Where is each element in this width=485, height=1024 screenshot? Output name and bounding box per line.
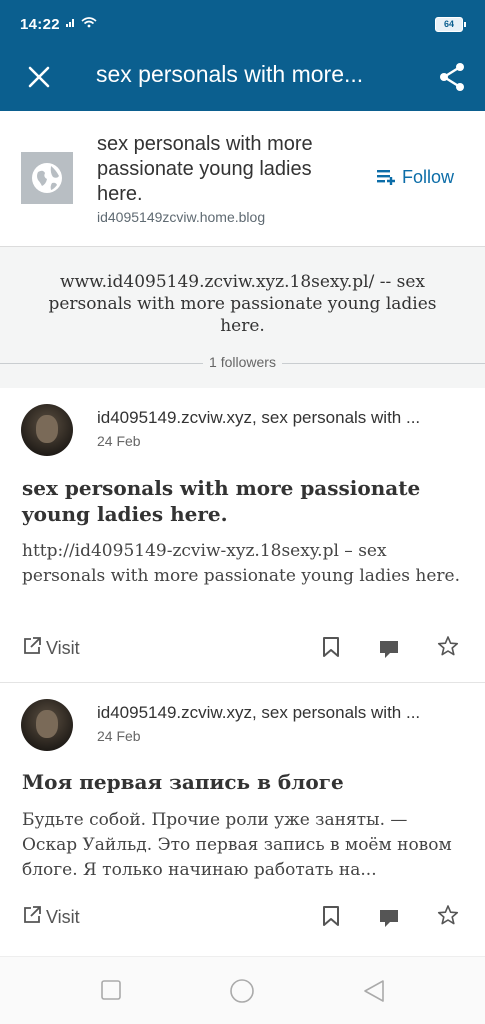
blog-description: www.id4095149.zcviw.xyz.18sexy.pl/ -- se… bbox=[48, 272, 437, 336]
post-card[interactable]: id4095149.zcviw.xyz, sex personals with … bbox=[0, 683, 485, 955]
star-icon[interactable] bbox=[437, 635, 459, 657]
blog-description-area: www.id4095149.zcviw.xyz.18sexy.pl/ -- se… bbox=[0, 247, 485, 388]
back-icon[interactable] bbox=[362, 979, 386, 1003]
avatar bbox=[21, 404, 73, 456]
share-button[interactable] bbox=[436, 60, 470, 94]
blog-url[interactable]: id4095149zcviw.home.blog bbox=[97, 209, 265, 225]
status-time: 14:22 bbox=[20, 16, 60, 33]
app-bar: sex personals with more... bbox=[0, 48, 485, 111]
comment-icon[interactable] bbox=[378, 907, 400, 929]
visit-button[interactable]: Visit bbox=[22, 905, 80, 928]
system-nav-bar bbox=[0, 956, 485, 1024]
post-date: 24 Feb bbox=[97, 728, 141, 744]
share-icon bbox=[440, 63, 464, 91]
visit-label: Visit bbox=[46, 907, 80, 927]
follow-label: Follow bbox=[402, 167, 455, 187]
post-excerpt[interactable]: Будьте собой. Прочие роли уже заняты. — … bbox=[22, 808, 462, 883]
battery-indicator: 64 bbox=[435, 17, 466, 32]
followers-count: 1 followers bbox=[0, 354, 485, 370]
visit-button[interactable]: Visit bbox=[22, 636, 80, 659]
globe-icon bbox=[32, 163, 62, 193]
post-site-name[interactable]: id4095149.zcviw.xyz, sex personals with … bbox=[97, 408, 462, 428]
blog-header: sex personals with more passionate young… bbox=[0, 111, 485, 247]
comment-icon[interactable] bbox=[378, 638, 400, 660]
close-icon bbox=[28, 66, 50, 88]
blog-title: sex personals with more passionate young… bbox=[97, 133, 313, 205]
external-link-icon bbox=[24, 637, 41, 654]
signal-wifi-icon bbox=[66, 15, 104, 32]
post-site-name[interactable]: id4095149.zcviw.xyz, sex personals with … bbox=[97, 703, 462, 723]
star-icon[interactable] bbox=[437, 904, 459, 926]
post-date: 24 Feb bbox=[97, 433, 141, 449]
post-excerpt[interactable]: http://id4095149-zcviw-xyz.18sexy.pl – s… bbox=[22, 539, 462, 589]
visit-label: Visit bbox=[46, 638, 80, 658]
bookmark-icon[interactable] bbox=[320, 905, 342, 927]
follow-reader-icon bbox=[377, 170, 395, 185]
status-bar: 14:22 64 bbox=[0, 0, 485, 48]
avatar bbox=[21, 699, 73, 751]
external-link-icon bbox=[24, 906, 41, 923]
post-card[interactable]: id4095149.zcviw.xyz, sex personals with … bbox=[0, 388, 485, 682]
post-title[interactable]: sex personals with more passionate young… bbox=[22, 475, 452, 527]
close-button[interactable] bbox=[22, 60, 56, 94]
post-title[interactable]: Моя первая запись в блоге bbox=[22, 769, 452, 795]
recents-icon[interactable] bbox=[100, 979, 122, 1001]
page-title: sex personals with more... bbox=[96, 61, 364, 87]
follow-button[interactable]: Follow bbox=[376, 167, 454, 188]
blog-site-icon bbox=[21, 152, 73, 204]
followers-count-label: 1 followers bbox=[203, 354, 282, 370]
home-icon[interactable] bbox=[229, 978, 255, 1004]
bookmark-icon[interactable] bbox=[320, 636, 342, 658]
